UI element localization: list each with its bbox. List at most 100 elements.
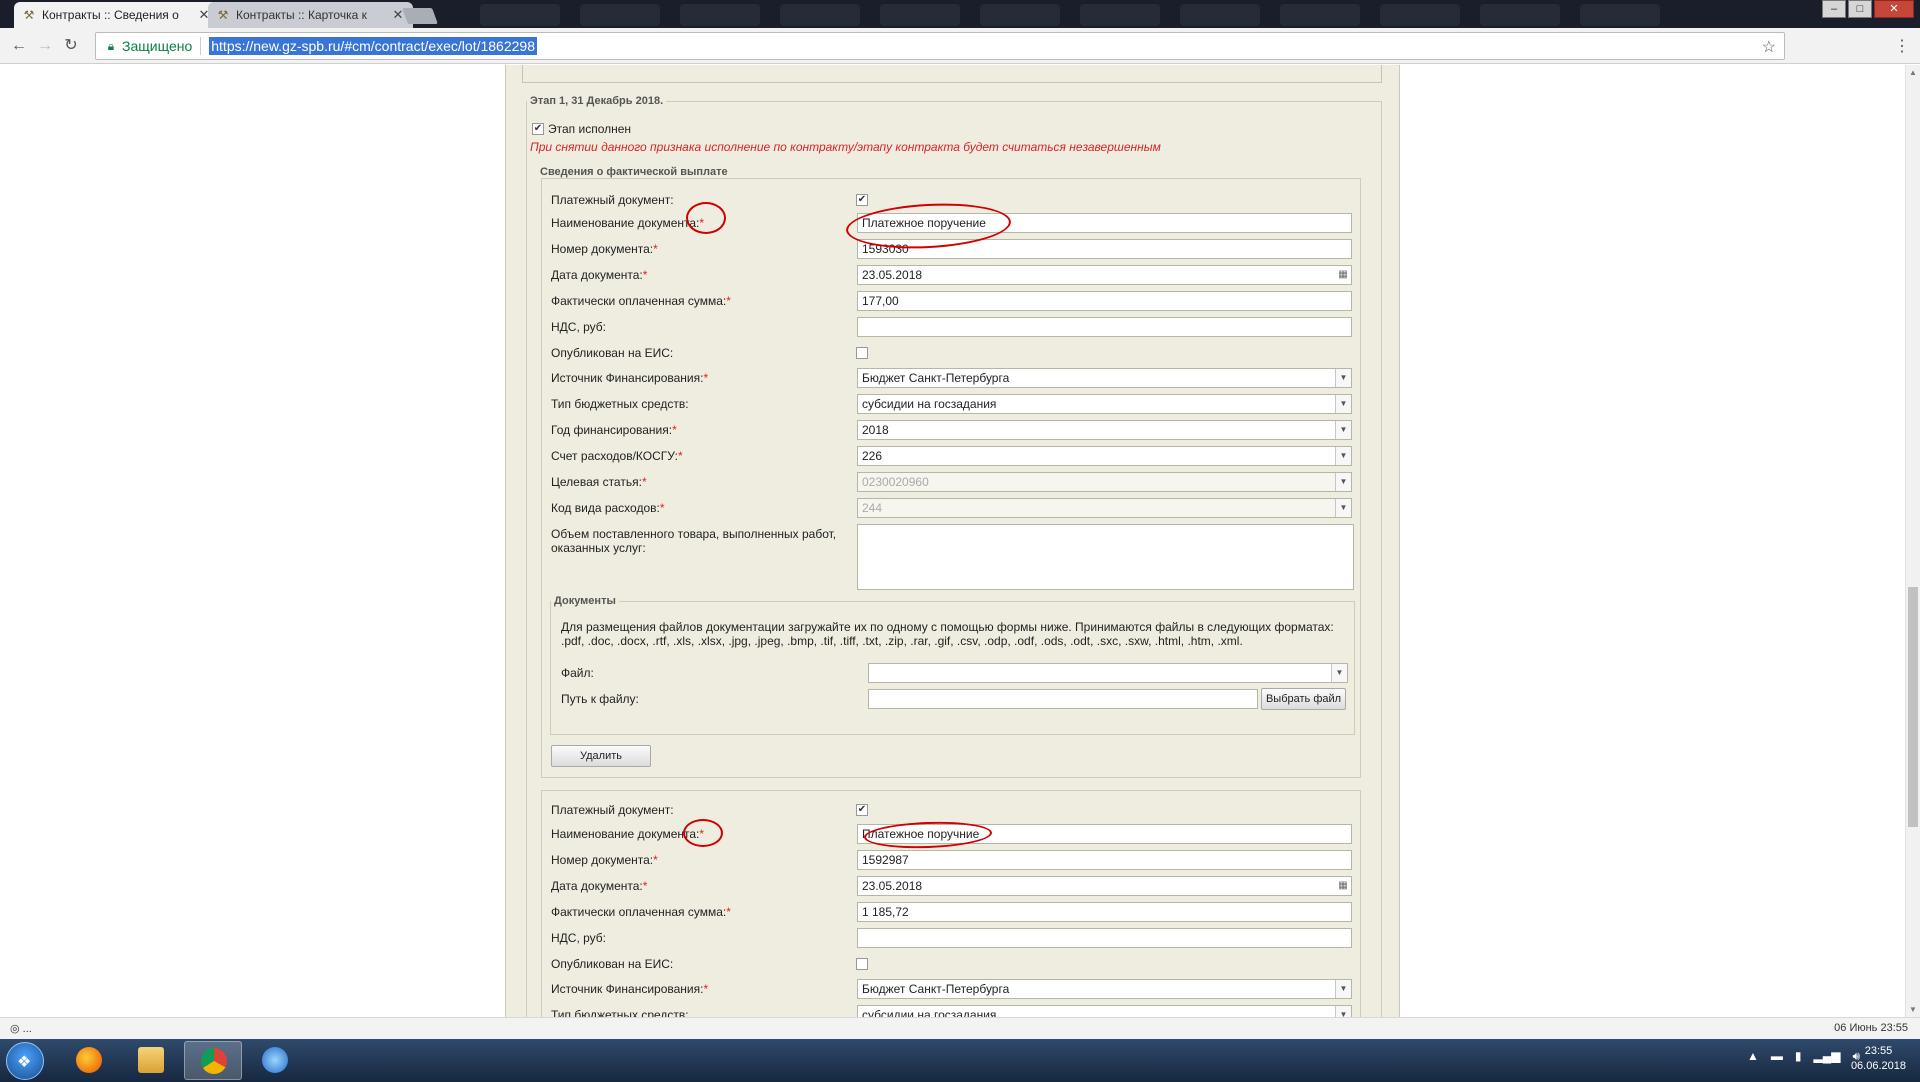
window-controls: – □ ✕ [1822, 0, 1914, 18]
file-path-input[interactable] [868, 689, 1258, 709]
taskbar-ghost-tab [1580, 4, 1660, 26]
language-flag-icon[interactable]: ▬ [1771, 1049, 1783, 1064]
year-value: 2018 [862, 423, 889, 437]
year-label-text: Год финансирования: [551, 423, 673, 437]
page-scrollbar[interactable]: ▲ ▼ [1905, 65, 1920, 1017]
payment-doc-checkbox[interactable]: ✔ [856, 194, 868, 206]
stage-warning-text: При снятии данного признака исполнение п… [530, 140, 1161, 154]
status-right-text: 06 Июнь 23:55 [1834, 1022, 1908, 1034]
forward-arrow-icon[interactable]: → [36, 37, 54, 55]
volume-textarea[interactable] [857, 524, 1354, 590]
documents-info-text: Для размещения файлов документации загру… [561, 620, 1334, 648]
bookmark-star-icon[interactable]: ☆ [1762, 37, 1776, 57]
vat-input[interactable] [857, 317, 1352, 337]
doc-number-input[interactable]: 1592987 [857, 850, 1352, 870]
file-label: Файл: [561, 666, 594, 680]
chevron-down-icon[interactable]: ▼ [1335, 395, 1351, 413]
status-bar: ◎ ... 06 Июнь 23:55 [0, 1017, 1920, 1039]
doc-date-input[interactable]: 23.05.2018 ▦ [857, 876, 1352, 896]
doc-date-label-text: Дата документа: [551, 879, 643, 893]
published-checkbox[interactable] [856, 347, 868, 359]
tray-expand-icon[interactable]: ▲ [1747, 1049, 1759, 1064]
payment-doc-checkbox[interactable]: ✔ [856, 804, 868, 816]
previous-section-box [522, 65, 1382, 83]
firefox-icon [76, 1047, 102, 1073]
year-select[interactable]: 2018 ▼ [857, 420, 1352, 440]
battery-icon[interactable]: ▮ [1795, 1049, 1802, 1064]
tab-contracts-card[interactable]: ⚒ Контракты :: Карточка к ✕ [208, 2, 413, 28]
stage-done-checkbox[interactable]: ✔ [532, 123, 544, 135]
maximize-button[interactable]: □ [1848, 0, 1872, 18]
expense-code-value: 244 [862, 501, 883, 515]
browser-toolbar: ← → ↻ 🔒︎ Защищено https://new.gz-spb.ru/… [0, 28, 1920, 64]
windows-logo-icon: ❖ [17, 1054, 32, 1071]
taskbar-ghost-tab [780, 4, 860, 26]
account-select[interactable]: 226 ▼ [857, 446, 1352, 466]
required-asterisk: * [642, 879, 648, 893]
chevron-down-icon[interactable]: ▼ [1335, 447, 1351, 465]
paid-sum-label: Фактически оплаченная сумма:* [551, 905, 731, 919]
documents-title: Документы [554, 595, 616, 607]
taskbar-internet-explorer[interactable] [246, 1041, 304, 1080]
new-tab-button[interactable] [402, 8, 438, 24]
taskbar-explorer[interactable] [122, 1041, 180, 1080]
expense-code-label-text: Код вида расходов: [551, 501, 660, 515]
doc-date-value: 23.05.2018 [862, 879, 923, 893]
tab-title: Контракты :: Сведения о [42, 8, 179, 22]
close-window-button[interactable]: ✕ [1874, 0, 1914, 18]
budget-type-select[interactable]: субсидии на госзадания ▼ [857, 394, 1352, 414]
choose-file-button[interactable]: Выбрать файл [1261, 688, 1346, 710]
budget-type-select[interactable]: субсидии на госзадания ▼ [857, 1005, 1352, 1017]
chevron-down-icon[interactable]: ▼ [1335, 421, 1351, 439]
vat-input[interactable] [857, 928, 1352, 948]
browser-menu-icon[interactable]: ⋮ [1894, 36, 1910, 56]
taskbar-ghost-tab [1080, 4, 1160, 26]
tab-contracts-info[interactable]: ⚒ Контракты :: Сведения о ✕ [14, 2, 219, 28]
file-select[interactable]: ▼ [868, 663, 1348, 683]
source-label-text: Источник Финансирования: [551, 371, 704, 385]
source-select[interactable]: Бюджет Санкт-Петербурга ▼ [857, 979, 1352, 999]
stage-title: Этап 1, 31 Декабрь 2018. [530, 95, 664, 107]
delete-button[interactable]: Удалить [551, 745, 651, 767]
chevron-down-icon[interactable]: ▼ [1331, 664, 1347, 682]
chevron-down-icon[interactable]: ▼ [1335, 1006, 1351, 1017]
taskbar-ghost-tab [1280, 4, 1360, 26]
taskbar-chrome[interactable] [184, 1041, 242, 1080]
taskbar-firefox[interactable] [60, 1041, 118, 1080]
chevron-down-icon[interactable]: ▼ [1335, 980, 1351, 998]
minimize-button[interactable]: – [1822, 0, 1846, 18]
required-asterisk: * [641, 475, 647, 489]
taskbar-ghost-tab [1480, 4, 1560, 26]
taskbar-ghost-tab [680, 4, 760, 26]
taskbar-ghost-tab [480, 4, 560, 26]
calendar-icon[interactable]: ▦ [1335, 877, 1351, 895]
network-icon[interactable]: ▂▄▆ [1813, 1049, 1840, 1064]
required-asterisk: * [659, 501, 665, 515]
account-label-text: Счет расходов/КОСГУ: [551, 449, 678, 463]
back-arrow-icon[interactable]: ← [10, 37, 28, 55]
required-asterisk: * [677, 449, 683, 463]
scrollbar-thumb[interactable] [1908, 587, 1918, 827]
taskbar-clock[interactable]: 23:55 06.06.2018 [1851, 1044, 1906, 1074]
published-checkbox[interactable] [856, 958, 868, 970]
paid-sum-input[interactable]: 1 185,72 [857, 902, 1352, 922]
chrome-icon [201, 1048, 227, 1074]
taskbar-ghost-tab [580, 4, 660, 26]
chevron-down-icon[interactable]: ▼ [1335, 369, 1351, 387]
calendar-icon[interactable]: ▦ [1335, 266, 1351, 284]
target-select: 0230020960 ▼ [857, 472, 1352, 492]
source-select[interactable]: Бюджет Санкт-Петербурга ▼ [857, 368, 1352, 388]
paid-sum-input[interactable]: 177,00 [857, 291, 1352, 311]
url-text[interactable]: https://new.gz-spb.ru/#cm/contract/exec/… [209, 37, 537, 55]
reload-icon[interactable]: ↻ [62, 37, 80, 55]
required-asterisk: * [703, 371, 709, 385]
start-button[interactable]: ❖ [6, 1042, 44, 1080]
scroll-down-arrow-icon[interactable]: ▼ [1909, 1005, 1917, 1014]
omnibox-separator [200, 37, 202, 55]
source-label: Источник Финансирования:* [551, 371, 708, 385]
page-viewport: Этап 1, 31 Декабрь 2018. ✔ Этап исполнен… [0, 65, 1905, 1017]
doc-date-input[interactable]: 23.05.2018 ▦ [857, 265, 1352, 285]
scroll-up-arrow-icon[interactable]: ▲ [1909, 68, 1917, 77]
windows-taskbar: ❖ ▲ ▬ ▮ ▂▄▆ 🔊︎ 23:55 06.06.2018 [0, 1039, 1920, 1082]
address-bar[interactable]: 🔒︎ Защищено https://new.gz-spb.ru/#cm/co… [95, 32, 1785, 60]
